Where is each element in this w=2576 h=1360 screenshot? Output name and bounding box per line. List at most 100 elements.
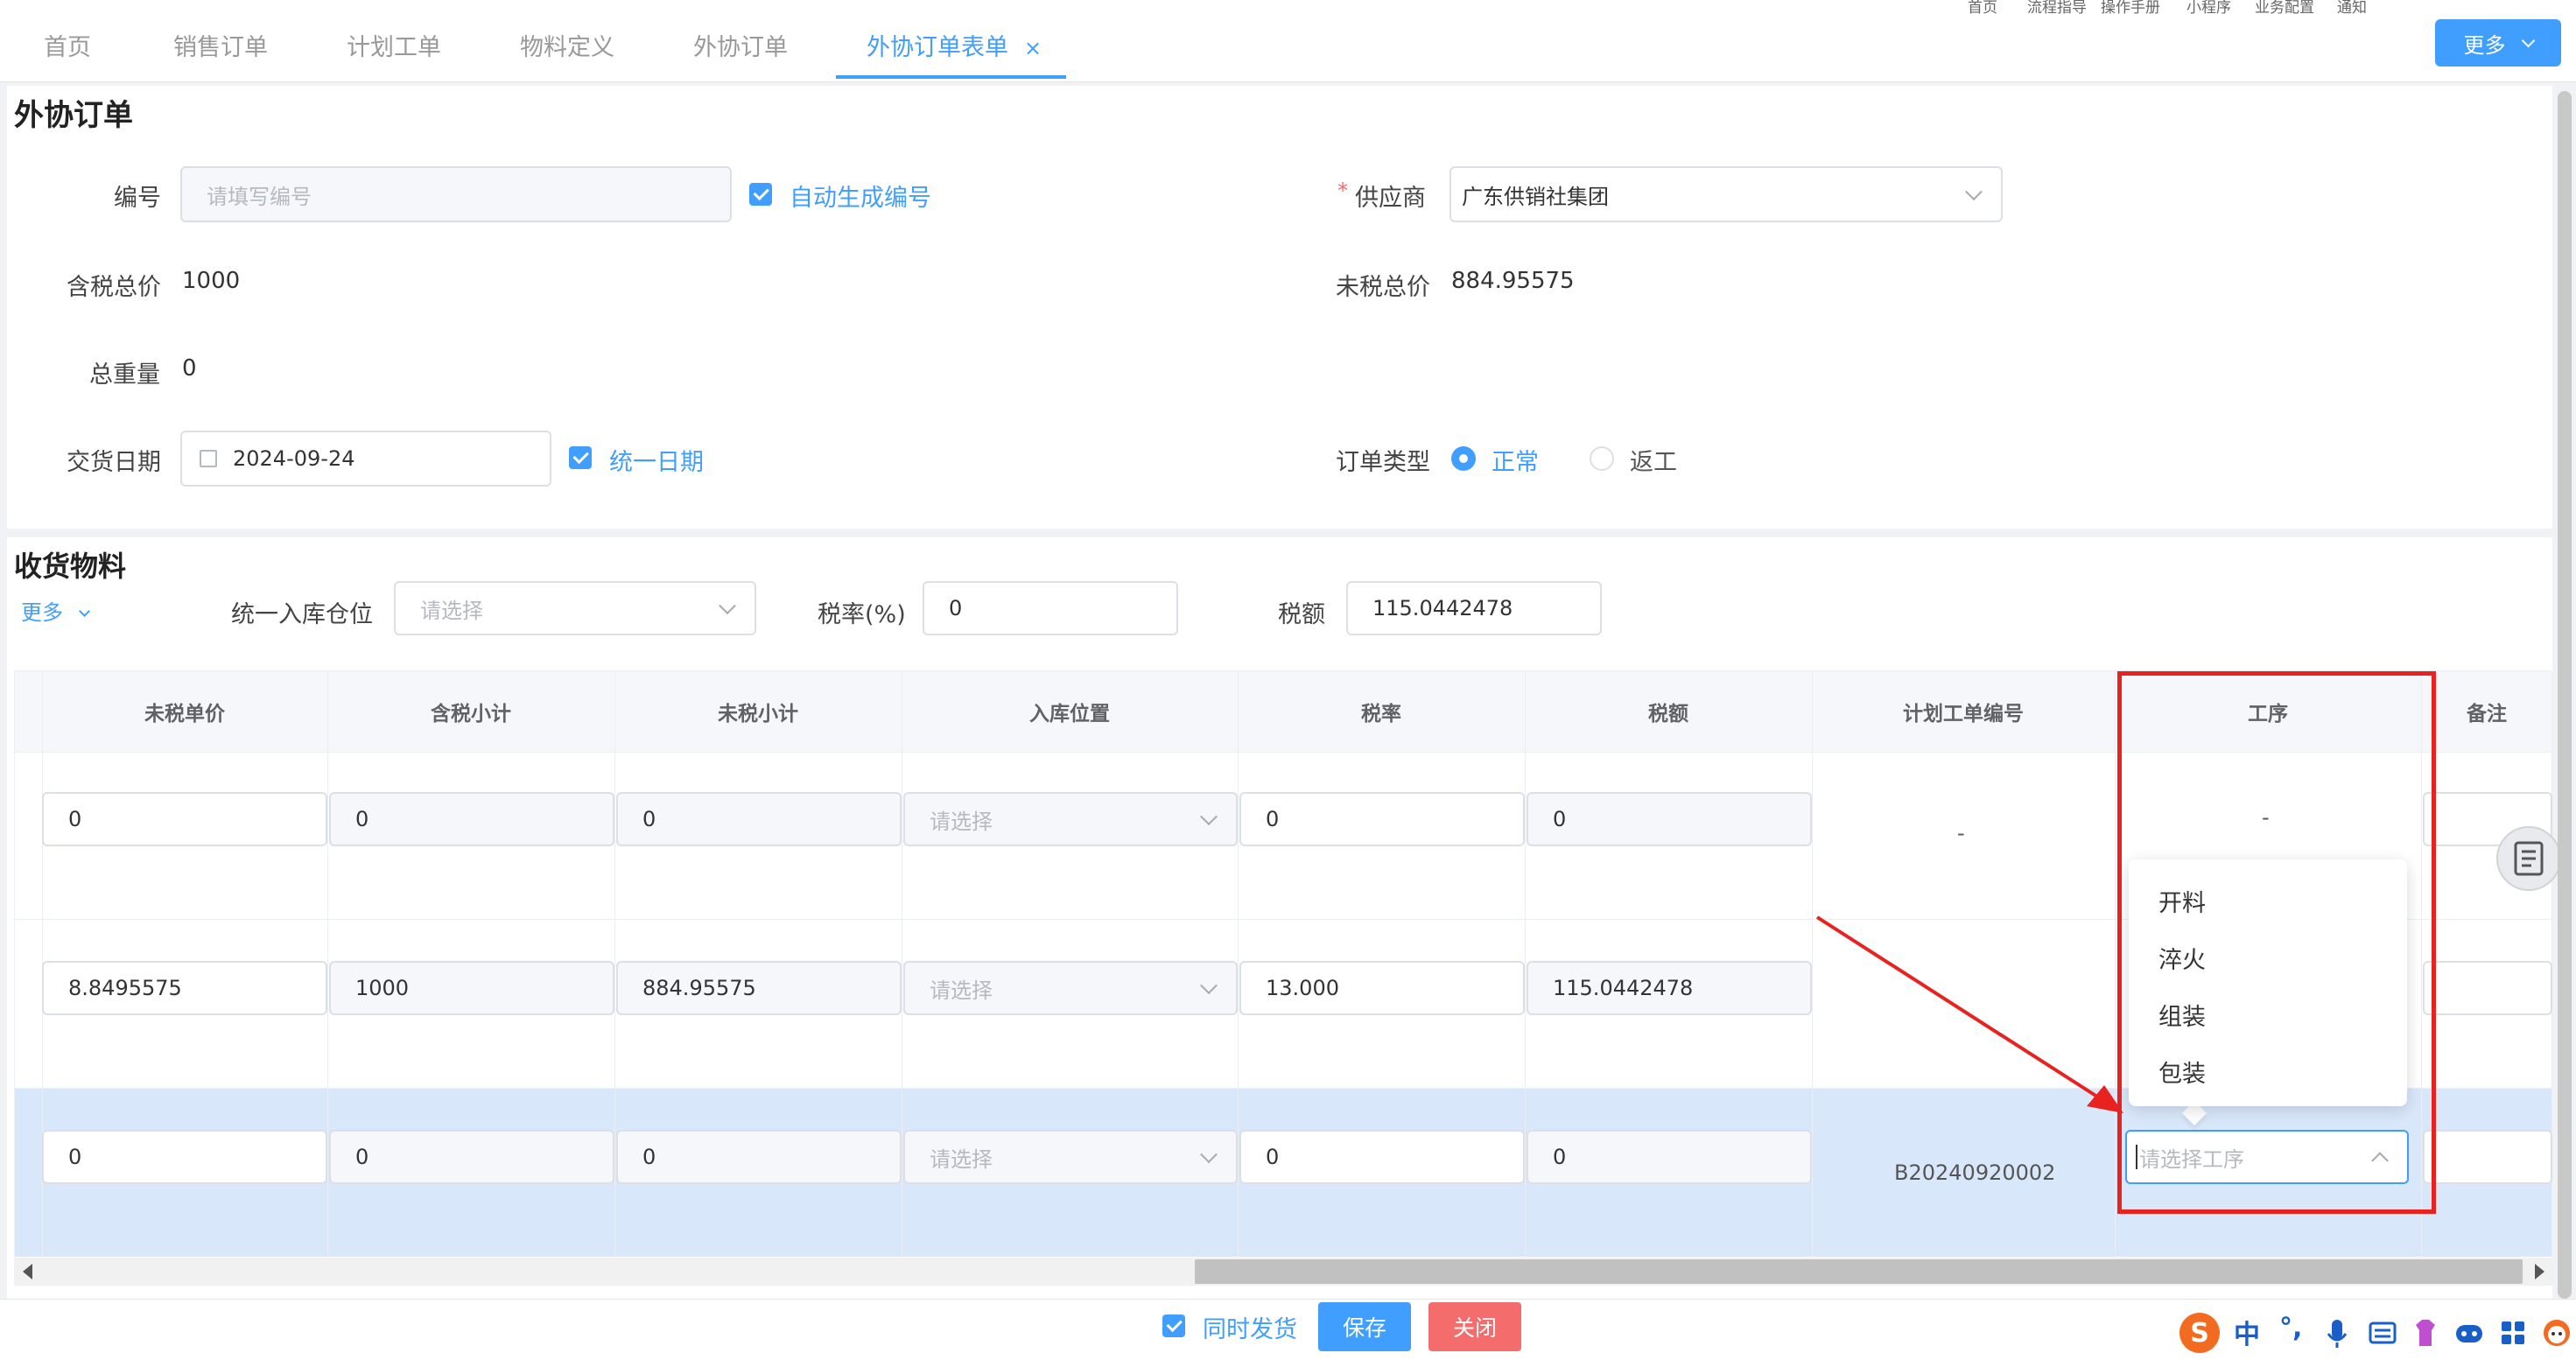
document-float-button[interactable]: [2496, 826, 2561, 891]
chevron-down-icon: [1200, 977, 1218, 995]
row1-pretax-subtotal: 0: [642, 807, 656, 831]
row2-pretax-subtotal: 884.95575: [642, 976, 756, 1000]
toolbox-icon[interactable]: [2500, 1320, 2526, 1346]
delivery-date-value: 2024-09-24: [233, 446, 355, 471]
row2-pretax-subtotal-input: 884.95575: [616, 961, 902, 1015]
more-button[interactable]: 更多: [2435, 19, 2561, 67]
row3-tax-rate-input[interactable]: 0: [1239, 1130, 1525, 1184]
document-icon: [2514, 841, 2544, 876]
ship-together-label[interactable]: 同时发货: [1203, 1310, 1297, 1344]
tab-outsource-order[interactable]: 外协订单: [693, 28, 788, 62]
row3-tax-rate: 0: [1266, 1145, 1280, 1169]
supplier-value: 广东供销社集团: [1462, 184, 1609, 209]
top-link-manual[interactable]: 操作手册: [2101, 0, 2160, 17]
keyboard-icon[interactable]: [2369, 1321, 2397, 1344]
chevron-down-icon: [1200, 1146, 1218, 1164]
top-link-home[interactable]: 首页: [1968, 0, 1997, 17]
col-remark: 备注: [2467, 703, 2507, 726]
grid-line: [1525, 671, 1526, 1258]
microphone-icon[interactable]: [2327, 1318, 2348, 1349]
row3-unit-price-input[interactable]: 0: [42, 1130, 327, 1184]
top-link-guide[interactable]: 流程指导: [2027, 0, 2087, 17]
delivery-date-label: 交货日期: [67, 449, 161, 476]
game-icon[interactable]: [2454, 1320, 2484, 1346]
tax-rate-input[interactable]: 0: [923, 581, 1178, 635]
skin-icon[interactable]: [2412, 1318, 2439, 1348]
tab-plan-work-order[interactable]: 计划工单: [347, 28, 441, 62]
tab-outsource-order-form[interactable]: 外协订单表单 ×: [867, 28, 1042, 62]
pretax-total-label: 未税总价: [1336, 274, 1430, 301]
unify-date-label[interactable]: 统一日期: [609, 443, 704, 477]
ime-punctuation[interactable]: °,: [2279, 1313, 2302, 1343]
chevron-down-icon: [78, 605, 90, 617]
row2-unit-price-input[interactable]: 8.8495575: [42, 961, 327, 1015]
col-location: 入库位置: [1029, 703, 1110, 726]
row2-tax-subtotal: 1000: [355, 976, 410, 1000]
page-vertical-scrollbar[interactable]: [2558, 91, 2572, 1299]
row3-location-placeholder: 请选择: [930, 1146, 993, 1172]
top-link-miniapp[interactable]: 小程序: [2186, 0, 2231, 17]
ime-logo[interactable]: S: [2179, 1313, 2220, 1353]
active-tab-indicator: [836, 75, 1066, 79]
auto-code-checkbox[interactable]: [749, 183, 772, 206]
weight-value: 0: [182, 355, 197, 382]
row3-tax-subtotal-input: 0: [329, 1130, 614, 1184]
close-button[interactable]: 关闭: [1428, 1302, 1521, 1351]
row1-tax-subtotal: 0: [355, 807, 369, 831]
top-link-notice[interactable]: 通知: [2337, 0, 2367, 17]
tax-amount-label: 税额: [1278, 601, 1325, 628]
tax-rate-value: 0: [949, 596, 963, 620]
row3-remark-input[interactable]: [2423, 1130, 2552, 1184]
row2-tax-rate-input[interactable]: 13.000: [1239, 961, 1525, 1015]
tab-home[interactable]: 首页: [44, 28, 91, 62]
save-button[interactable]: 保存: [1318, 1302, 1411, 1351]
code-input[interactable]: 请填写编号: [180, 166, 732, 222]
chevron-down-icon: [1200, 808, 1218, 826]
row2-tax-amount: 115.0442478: [1553, 976, 1694, 1000]
row2-remark-input[interactable]: [2423, 961, 2552, 1015]
scroll-right-icon[interactable]: [2535, 1264, 2544, 1279]
ime-mode[interactable]: 中: [2234, 1313, 2260, 1351]
row3-tax-subtotal: 0: [355, 1145, 369, 1169]
order-type-rework-radio[interactable]: [1590, 446, 1614, 471]
row1-tax-rate-input[interactable]: 0: [1239, 792, 1525, 846]
order-type-rework-label[interactable]: 返工: [1630, 443, 1677, 477]
row1-unit-price-input[interactable]: 0: [42, 792, 327, 846]
ship-together-checkbox[interactable]: [1162, 1314, 1185, 1337]
table-scroll-thumb[interactable]: [1195, 1259, 2523, 1284]
tax-total-label: 含税总价: [67, 274, 161, 301]
page-title: 外协订单: [14, 98, 133, 133]
order-type-normal-radio[interactable]: [1451, 446, 1476, 471]
row1-tax-amount: 0: [1553, 807, 1567, 831]
warehouse-label: 统一入库仓位: [231, 601, 373, 628]
goods-more-link[interactable]: 更多: [21, 595, 90, 626]
row3-location-select[interactable]: 请选择: [903, 1130, 1238, 1184]
close-icon[interactable]: ×: [1024, 36, 1042, 60]
mascot-icon[interactable]: [2542, 1318, 2572, 1348]
warehouse-select[interactable]: 请选择: [394, 581, 756, 635]
order-type-normal-label[interactable]: 正常: [1492, 443, 1539, 477]
col-pretax-subtotal: 未税小计: [718, 703, 798, 726]
delivery-date-picker[interactable]: 2024-09-24: [180, 431, 551, 487]
warehouse-placeholder: 请选择: [420, 598, 483, 623]
top-link-config[interactable]: 业务配置: [2255, 0, 2314, 17]
row2-tax-subtotal-input: 1000: [329, 961, 614, 1015]
tab-sales-order[interactable]: 销售订单: [173, 28, 268, 62]
row3-unit-price: 0: [68, 1145, 82, 1169]
tab-material-definition[interactable]: 物料定义: [520, 28, 614, 62]
row1-location-select[interactable]: 请选择: [903, 792, 1238, 846]
chevron-down-icon: [1965, 183, 1983, 201]
unify-date-checkbox[interactable]: [569, 446, 592, 469]
chevron-down-icon: [2521, 33, 2535, 47]
row1-tax-amount-input: 0: [1527, 792, 1812, 846]
more-button-label: 更多: [2463, 32, 2506, 58]
code-placeholder: 请填写编号: [207, 184, 312, 209]
goods-section-title: 收货物料: [14, 550, 127, 583]
scroll-left-icon[interactable]: [23, 1264, 32, 1279]
tax-amount-input[interactable]: 115.0442478: [1346, 581, 1602, 635]
row2-location-select[interactable]: 请选择: [903, 961, 1238, 1015]
auto-code-label[interactable]: 自动生成编号: [790, 179, 931, 213]
grid-line: [1238, 671, 1239, 1258]
supplier-select[interactable]: 广东供销社集团: [1449, 166, 2003, 222]
tax-rate-label: 税率(%): [818, 601, 906, 628]
